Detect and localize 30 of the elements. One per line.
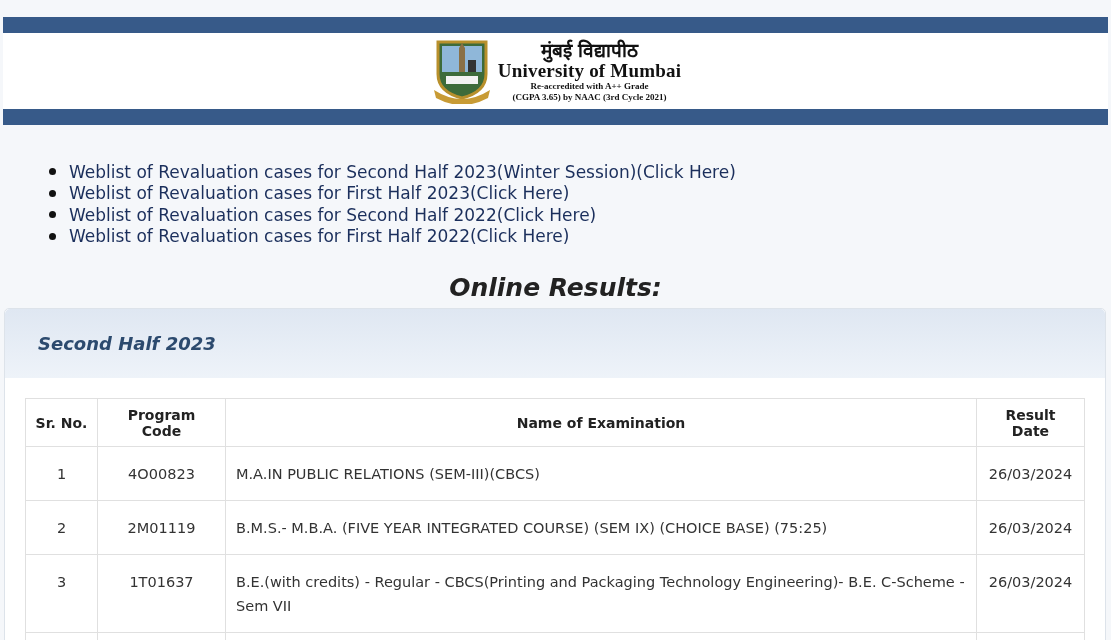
column-header: Name of Examination xyxy=(225,398,977,447)
table-cell: M.A.IN PUBLIC RELATIONS (SEM-III)(CBCS) xyxy=(225,446,977,501)
table-cell: 4O00823 xyxy=(97,446,226,501)
bullet-icon xyxy=(49,168,56,176)
university-name-marathi: मुंबई विद्यापीठ xyxy=(540,39,639,61)
table-cell: B.E.(with credits) - Regular - CBCS(Printing and Packaging Technology Engineering)- B.E. C-Scheme - Sem VII xyxy=(225,554,977,633)
page-heading: Online Results: xyxy=(448,273,663,302)
table-cell: 2M01119 xyxy=(97,500,226,555)
table-cell: 2 xyxy=(25,500,98,555)
table-cell: 26/03/2024 xyxy=(976,446,1085,501)
weblist-link[interactable]: Weblist of Revaluation cases for Second Half 2023(Winter Session)(Click Here) xyxy=(69,161,736,182)
bullet-icon xyxy=(49,232,56,240)
bullet-icon xyxy=(49,211,56,219)
table-cell: 26/03/2024 xyxy=(976,554,1085,633)
table-cell: 26/03/2024 xyxy=(976,500,1085,555)
grade-text: (CGPA 3.65) by NAAC (3rd Cycle 2021) xyxy=(512,92,667,103)
table-cell: 1 xyxy=(25,446,98,501)
table-cell: B.M.S.- M.B.A. (FIVE YEAR INTEGRATED COURSE) (SEM IX) (CHOICE BASE) (75:25) xyxy=(225,500,977,555)
weblist-link[interactable]: Weblist of Revaluation cases for Second Half 2022(Click Here) xyxy=(69,204,597,225)
weblist-link[interactable]: Weblist of Revaluation cases for First Half 2023(Click Here) xyxy=(69,183,570,204)
column-header: Program Code xyxy=(97,398,226,447)
table-cell: 1T01637 xyxy=(97,554,226,633)
accreditation-text: Re-accredited with A++ Grade xyxy=(530,81,649,92)
bullet-icon xyxy=(49,189,56,197)
section-title: Second Half 2023 xyxy=(38,333,216,354)
table-cell: 3 xyxy=(25,554,98,633)
column-header: Sr. No. xyxy=(25,398,98,447)
column-header: Result Date xyxy=(976,398,1085,447)
weblist-link[interactable]: Weblist of Revaluation cases for First Half 2022(Click Here) xyxy=(69,226,570,247)
university-name: University of Mumbai xyxy=(497,61,682,81)
